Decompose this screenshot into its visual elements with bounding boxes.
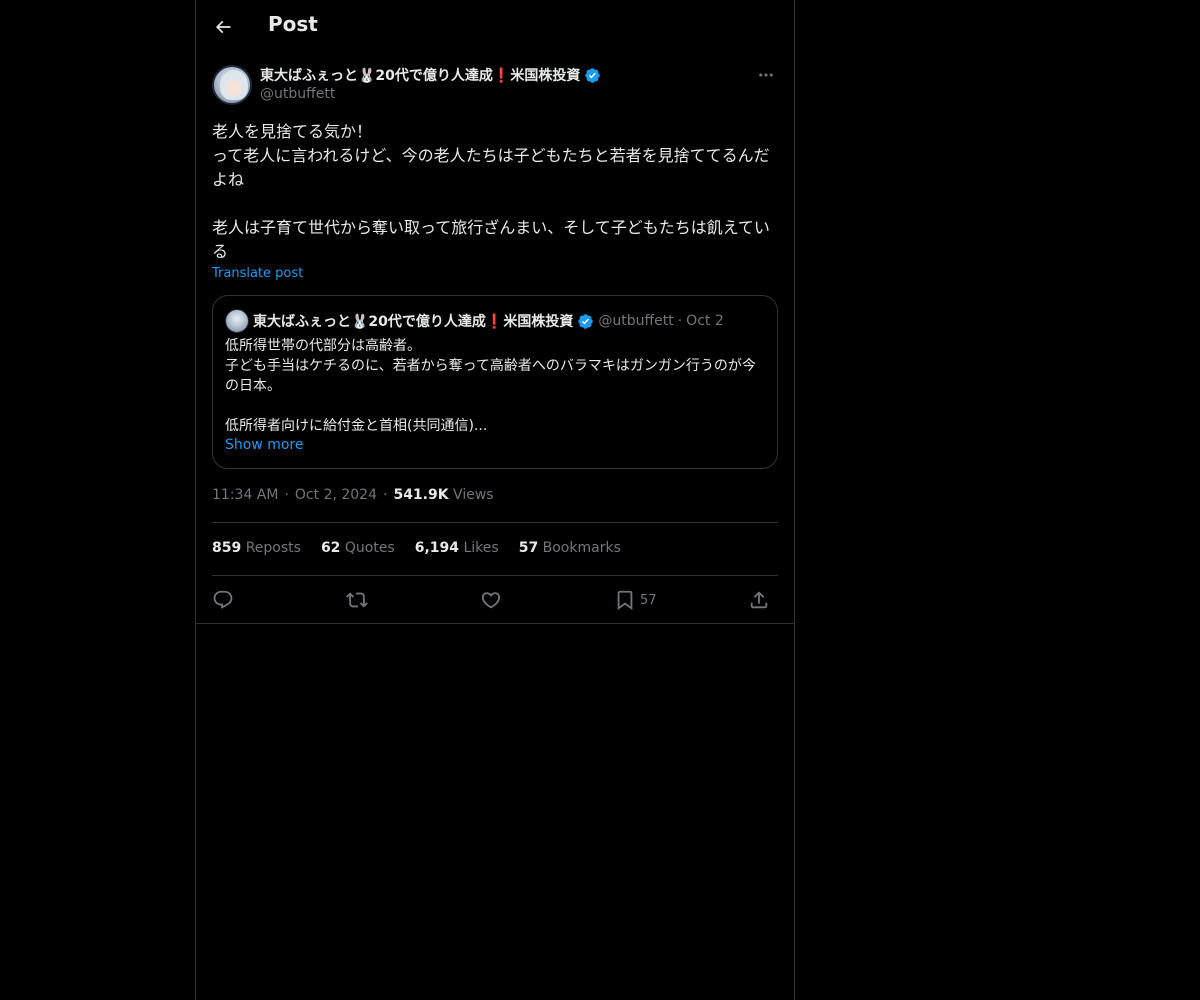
more-options-button[interactable] (754, 65, 778, 85)
page-title: Post (268, 12, 318, 36)
arrow-left-icon (215, 20, 231, 34)
share-icon (750, 591, 768, 609)
views-label: Views (453, 487, 494, 503)
divider (212, 522, 778, 523)
show-more-link[interactable]: Show more (225, 437, 304, 453)
page-header: Post (196, 0, 794, 54)
post-meta: 11:34 AM · Oct 2, 2024 · 541.9K Views (212, 487, 494, 503)
separator-dot: · (677, 313, 683, 329)
separator-dot: · (284, 487, 289, 503)
author-name-row: 東大ばふぇっと🐰20代で億り人達成❗米国株投資 (260, 65, 601, 85)
likes-stat[interactable]: 6,194 Likes (415, 540, 499, 556)
repost-icon (346, 592, 368, 608)
separator-dot: · (383, 487, 388, 503)
engagement-stats: 859 Reposts 62 Quotes 6,194 Likes 57 Boo… (212, 540, 621, 556)
reposts-stat[interactable]: 859 Reposts (212, 540, 301, 556)
reply-icon (213, 590, 233, 609)
quotes-stat[interactable]: 62 Quotes (321, 540, 395, 556)
quoted-post-header: 東大ばふぇっと🐰20代で億り人達成❗米国株投資 @utbuffett · Oct… (225, 309, 724, 333)
divider (212, 575, 778, 576)
quoted-display-name: 東大ばふぇっと🐰20代で億り人達成❗米国株投資 (253, 314, 574, 330)
back-button[interactable] (208, 12, 238, 42)
more-dots-icon (759, 73, 773, 77)
heart-icon (481, 592, 501, 609)
quoted-handle: @utbuffett (598, 313, 674, 329)
quoted-post-text: 低所得世帯の代部分は高齢者。 子ども手当はケチるのに、若者から奪って高齢者へのバ… (225, 338, 756, 434)
post-column: Post 東大ばふぇっと🐰20代で億り人達成❗米国株投資 @utbuffett … (195, 0, 795, 1000)
post-time[interactable]: 11:34 AM (212, 487, 278, 503)
bookmark-button[interactable]: 57 (614, 585, 657, 615)
quoted-avatar (225, 309, 249, 333)
action-bar: 57 (212, 585, 778, 615)
avatar[interactable] (212, 65, 252, 105)
quoted-post[interactable]: 東大ばふぇっと🐰20代で億り人達成❗米国株投資 @utbuffett · Oct… (212, 295, 778, 469)
verified-badge-icon (578, 313, 594, 329)
post-author: 東大ばふぇっと🐰20代で億り人達成❗米国株投資 @utbuffett (212, 65, 778, 107)
like-button[interactable] (480, 585, 502, 615)
translate-post-link[interactable]: Translate post (212, 266, 303, 281)
divider (196, 623, 794, 624)
bookmarks-stat[interactable]: 57 Bookmarks (519, 540, 621, 556)
post-text: 老人を見捨てる気か！ って老人に言われるけど、今の老人たちは子どもたちと若者を見… (212, 122, 770, 261)
views-count: 541.9K (393, 487, 449, 503)
bookmark-icon (617, 590, 633, 611)
author-display-name[interactable]: 東大ばふぇっと🐰20代で億り人達成❗米国株投資 (260, 65, 580, 85)
reply-button[interactable] (212, 585, 234, 615)
verified-badge-icon[interactable] (584, 67, 601, 84)
quoted-date: Oct 2 (686, 313, 724, 329)
author-handle[interactable]: @utbuffett (260, 86, 335, 102)
post-date[interactable]: Oct 2, 2024 (295, 487, 377, 503)
share-button[interactable] (748, 585, 770, 615)
bookmark-count: 57 (640, 592, 657, 608)
repost-button[interactable] (346, 585, 368, 615)
